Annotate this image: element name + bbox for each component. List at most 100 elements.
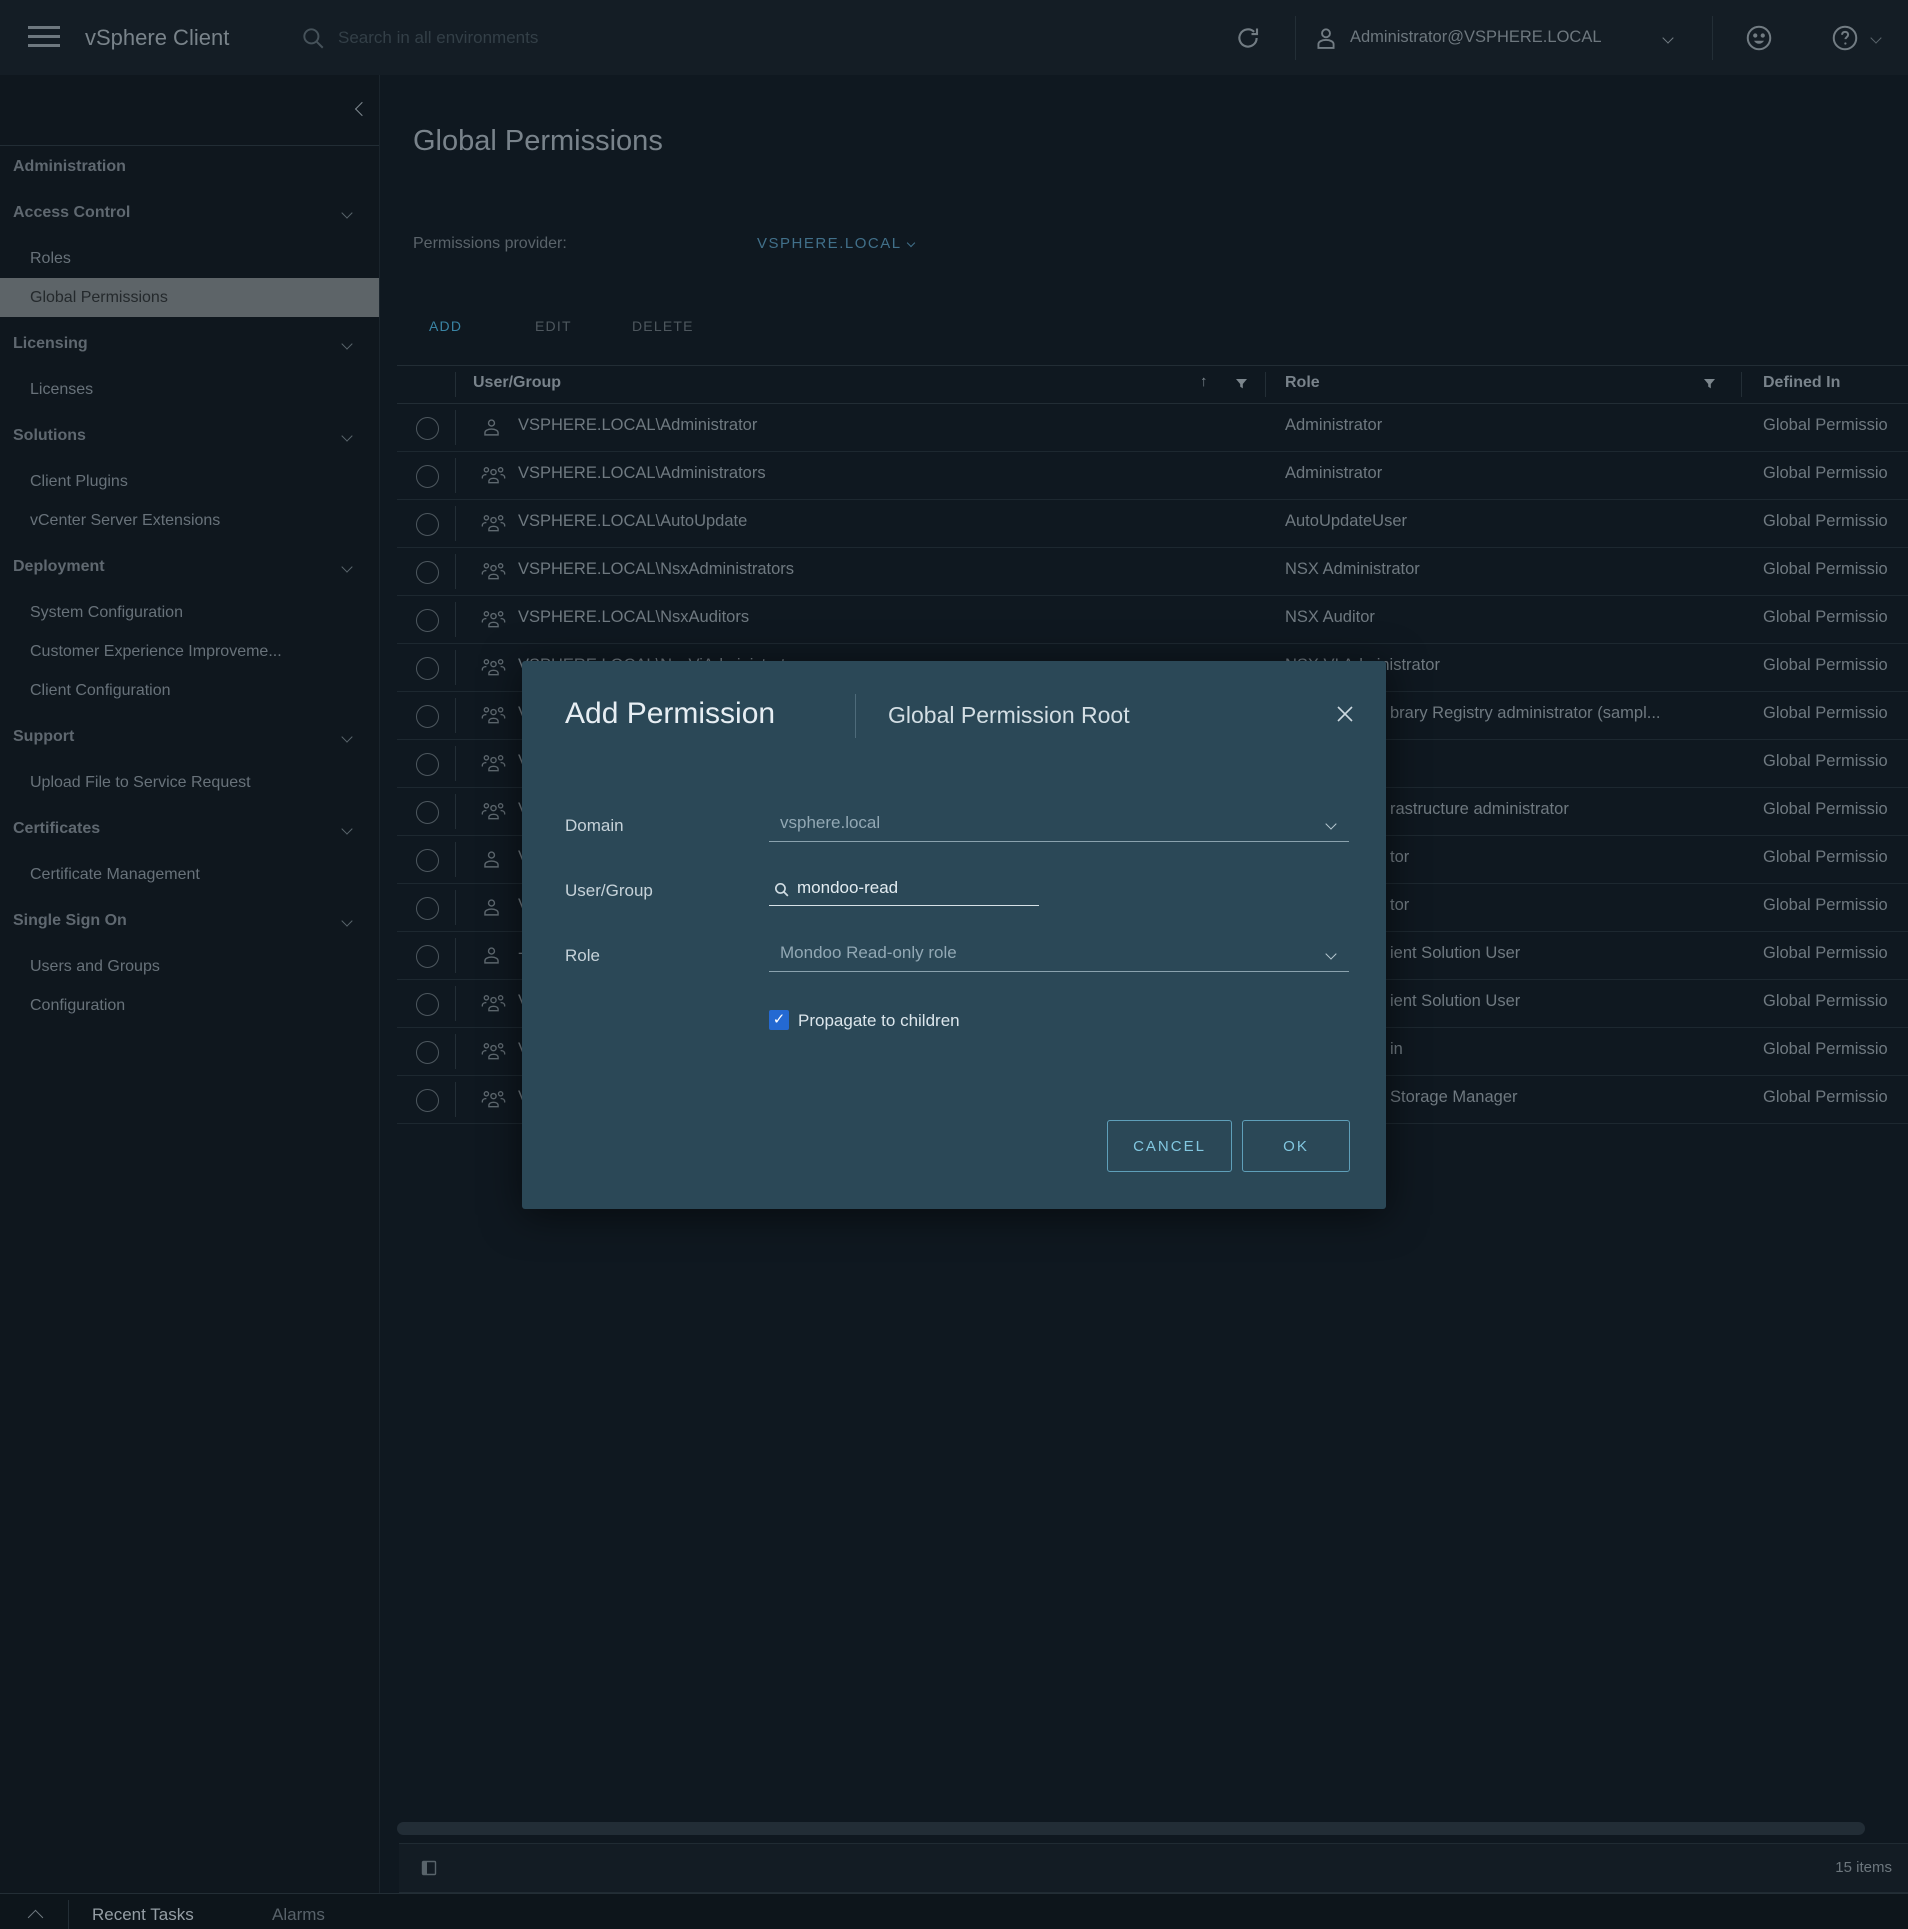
- role-select[interactable]: Mondoo Read-only role: [769, 941, 1349, 972]
- help-menu-chevron-icon[interactable]: [1872, 0, 1880, 75]
- help-icon[interactable]: [1830, 0, 1860, 75]
- row-radio[interactable]: [416, 705, 439, 728]
- sidebar-item-certificate-management[interactable]: Certificate Management: [0, 855, 379, 894]
- role-cell: Storage Manager: [1390, 1088, 1518, 1107]
- add-button[interactable]: ADD: [429, 318, 462, 334]
- row-radio[interactable]: [416, 993, 439, 1016]
- defined-in-cell: Global Permissio: [1763, 1040, 1905, 1059]
- table-toolbar: ADD EDIT DELETE: [429, 318, 462, 334]
- sidebar-section-licensing[interactable]: Licensing: [0, 324, 379, 363]
- column-header-role[interactable]: Role: [1285, 374, 1320, 392]
- row-radio[interactable]: [416, 513, 439, 536]
- expand-panel-chevron-icon[interactable]: [30, 1910, 41, 1928]
- ok-button[interactable]: OK: [1242, 1120, 1350, 1172]
- sidebar-item-client-configuration[interactable]: Client Configuration: [0, 671, 379, 710]
- edit-button[interactable]: EDIT: [535, 318, 572, 334]
- group-icon: [481, 656, 506, 678]
- sidebar-item-users-and-groups[interactable]: Users and Groups: [0, 947, 379, 986]
- row-radio[interactable]: [416, 849, 439, 872]
- user-avatar-icon: [1312, 0, 1340, 75]
- refresh-icon[interactable]: [1233, 0, 1263, 75]
- row-radio[interactable]: [416, 1041, 439, 1064]
- group-icon: [481, 464, 506, 486]
- table-row[interactable]: VSPHERE.LOCAL\AutoUpdateAutoUpdateUserGl…: [397, 500, 1908, 548]
- sidebar-nav: Administration Access ControlRolesGlobal…: [0, 147, 379, 1025]
- sidebar-section-certificates[interactable]: Certificates: [0, 809, 379, 848]
- table-row[interactable]: VSPHERE.LOCAL\AdministratorAdministrator…: [397, 404, 1908, 452]
- table-header: User/Group ↑ Role Defined In: [397, 365, 1908, 404]
- close-icon[interactable]: [1334, 703, 1356, 725]
- add-permission-dialog: Add Permission Global Permission Root Do…: [522, 661, 1386, 1209]
- propagate-checkbox[interactable]: ✓: [769, 1010, 789, 1030]
- sidebar-section-single-sign-on[interactable]: Single Sign On: [0, 901, 379, 940]
- row-radio[interactable]: [416, 753, 439, 776]
- delete-button[interactable]: DELETE: [632, 318, 694, 334]
- sidebar: Administration Access ControlRolesGlobal…: [0, 75, 380, 1893]
- sidebar-item-vcenter-server-extensions[interactable]: vCenter Server Extensions: [0, 501, 379, 540]
- row-radio[interactable]: [416, 945, 439, 968]
- sidebar-section-access-control[interactable]: Access Control: [0, 193, 379, 232]
- search-input[interactable]: [336, 27, 760, 49]
- app-title: vSphere Client: [85, 0, 229, 75]
- role-cell: brary Registry administrator (sampl...: [1390, 704, 1661, 723]
- defined-in-cell: Global Permissio: [1763, 560, 1905, 579]
- user-menu[interactable]: Administrator@VSPHERE.LOCAL: [1350, 0, 1602, 75]
- sidebar-section-support[interactable]: Support: [0, 717, 379, 756]
- sidebar-section-solutions[interactable]: Solutions: [0, 416, 379, 455]
- column-header-defined-in[interactable]: Defined In: [1763, 374, 1840, 392]
- role-cell: ient Solution User: [1390, 944, 1520, 963]
- row-radio[interactable]: [416, 1089, 439, 1112]
- sidebar-item-configuration[interactable]: Configuration: [0, 986, 379, 1025]
- row-radio[interactable]: [416, 657, 439, 680]
- sort-ascending-icon[interactable]: ↑: [1200, 373, 1208, 390]
- row-radio[interactable]: [416, 417, 439, 440]
- sidebar-item-upload-file-to-service-request[interactable]: Upload File to Service Request: [0, 763, 379, 802]
- sidebar-item-licenses[interactable]: Licenses: [0, 370, 379, 409]
- defined-in-cell: Global Permissio: [1763, 1088, 1905, 1107]
- sidebar-item-roles[interactable]: Roles: [0, 239, 379, 278]
- row-radio[interactable]: [416, 897, 439, 920]
- sidebar-item-system-configuration[interactable]: System Configuration: [0, 593, 379, 632]
- row-radio[interactable]: [416, 465, 439, 488]
- column-settings-icon[interactable]: [421, 1860, 437, 1876]
- group-icon: [481, 1088, 506, 1110]
- table-row[interactable]: VSPHERE.LOCAL\NsxAdministratorsNSX Admin…: [397, 548, 1908, 596]
- filter-icon[interactable]: [1235, 378, 1248, 390]
- permissions-provider-select[interactable]: VSPHERE.LOCAL: [757, 235, 914, 252]
- sidebar-section-deployment[interactable]: Deployment: [0, 547, 379, 586]
- divider: [1295, 16, 1296, 60]
- filter-icon[interactable]: [1703, 378, 1716, 390]
- role-cell: ient Solution User: [1390, 992, 1520, 1011]
- top-bar: vSphere Client Administrator@VSPHERE.LOC…: [0, 0, 1908, 75]
- global-search[interactable]: [300, 0, 760, 75]
- role-cell: Administrator: [1285, 416, 1382, 435]
- hamburger-menu-icon[interactable]: [28, 26, 60, 48]
- table-row[interactable]: VSPHERE.LOCAL\AdministratorsAdministrato…: [397, 452, 1908, 500]
- row-radio[interactable]: [416, 801, 439, 824]
- sidebar-item-customer-experience-improveme[interactable]: Customer Experience Improveme...: [0, 632, 379, 671]
- user-icon: [481, 848, 502, 870]
- sidebar-collapse-icon[interactable]: [357, 101, 367, 119]
- user-menu-chevron-icon[interactable]: [1664, 0, 1672, 75]
- feedback-smiley-icon[interactable]: [1744, 0, 1774, 75]
- row-radio[interactable]: [416, 609, 439, 632]
- tab-alarms[interactable]: Alarms: [272, 1905, 325, 1925]
- role-cell: rastructure administrator: [1390, 800, 1569, 819]
- group-icon: [481, 992, 506, 1014]
- cancel-button[interactable]: CANCEL: [1107, 1120, 1232, 1172]
- chevron-down-icon: [341, 338, 352, 349]
- sidebar-item-client-plugins[interactable]: Client Plugins: [0, 462, 379, 501]
- user-group-search-field[interactable]: [769, 875, 1039, 906]
- column-header-user-group[interactable]: User/Group: [473, 374, 561, 392]
- defined-in-cell: Global Permissio: [1763, 752, 1905, 771]
- table-row[interactable]: VSPHERE.LOCAL\NsxAuditorsNSX AuditorGlob…: [397, 596, 1908, 644]
- horizontal-scrollbar[interactable]: [397, 1822, 1902, 1835]
- row-radio[interactable]: [416, 561, 439, 584]
- sidebar-item-global-permissions[interactable]: Global Permissions: [0, 278, 379, 317]
- chevron-down-icon: [1325, 948, 1336, 959]
- domain-value: vsphere.local: [780, 813, 880, 833]
- domain-select[interactable]: vsphere.local: [769, 811, 1349, 842]
- tab-recent-tasks[interactable]: Recent Tasks: [92, 1905, 194, 1925]
- scrollbar-thumb[interactable]: [397, 1822, 1865, 1835]
- user-group-input[interactable]: [795, 877, 1029, 899]
